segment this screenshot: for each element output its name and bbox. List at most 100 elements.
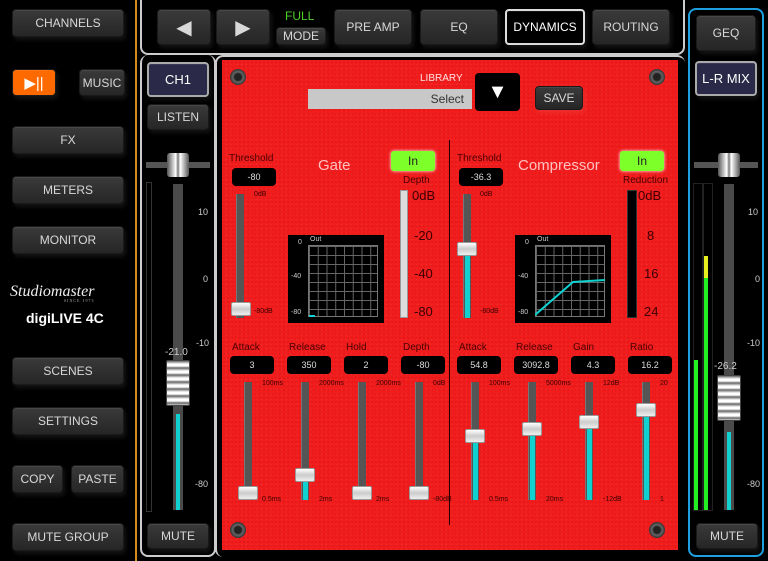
balance-slider-knob[interactable]	[718, 153, 740, 177]
param-max: 100ms	[489, 380, 511, 387]
tab-dynamics[interactable]: DYNAMICS	[505, 9, 585, 45]
depth-scale: -80	[414, 304, 433, 319]
param-max: 2000ms	[319, 380, 344, 387]
compressor-in-button[interactable]: In	[620, 151, 664, 171]
channel-name-button[interactable]: CH1	[147, 62, 209, 97]
param-slider-knob[interactable]	[636, 402, 656, 417]
compressor-threshold-value[interactable]: -36.3	[459, 168, 503, 186]
param-max: 5000ms	[546, 380, 571, 387]
scale-minus-10: -10	[747, 338, 761, 348]
graph-grid	[308, 245, 378, 317]
fx-button[interactable]: FX	[12, 126, 124, 154]
master-mute-button[interactable]: MUTE	[696, 523, 758, 549]
screw-icon	[230, 522, 246, 538]
master-fader-value: -26.2	[714, 361, 737, 372]
listen-button[interactable]: LISTEN	[147, 104, 209, 130]
param-value[interactable]: 4.3	[571, 356, 615, 374]
param-slider-track[interactable]	[301, 382, 309, 500]
channels-button[interactable]: CHANNELS	[12, 9, 124, 37]
param-label: Ratio	[630, 342, 654, 353]
library-dropdown-button[interactable]: ▼	[475, 73, 520, 111]
next-channel-button[interactable]: ▶	[216, 9, 270, 45]
scale-0: 0	[755, 274, 761, 284]
channel-fader-knob[interactable]	[166, 360, 190, 406]
sidebar-divider	[135, 0, 137, 561]
compressor-threshold-slider[interactable]	[463, 194, 471, 318]
gate-threshold-value[interactable]: -80	[232, 168, 276, 186]
param-slider-knob[interactable]	[465, 428, 485, 443]
param-value[interactable]: 350	[287, 356, 331, 374]
settings-button[interactable]: SETTINGS	[12, 407, 124, 435]
library-save-button[interactable]: SAVE	[535, 86, 583, 110]
param-slider-track[interactable]	[642, 382, 650, 500]
tab-routing[interactable]: ROUTING	[592, 9, 670, 45]
param-value[interactable]: 2	[344, 356, 388, 374]
param-label: Gain	[573, 342, 595, 353]
gate-transfer-graph: Out 0 -40 -80	[288, 235, 384, 323]
play-pause-button[interactable]: ▶||	[12, 69, 56, 96]
reduction-scale: 16	[644, 266, 659, 281]
param-slider-knob[interactable]	[238, 486, 258, 500]
param-slider-knob[interactable]	[352, 486, 372, 500]
param-slider-knob[interactable]	[522, 421, 542, 436]
compressor-threshold-max: 0dB	[480, 191, 493, 198]
gate-title: Gate	[318, 157, 351, 174]
compressor-threshold-knob[interactable]	[457, 242, 477, 256]
pan-slider-knob[interactable]	[167, 153, 189, 177]
param-max: 12dB	[603, 380, 620, 387]
copy-button[interactable]: COPY	[12, 465, 63, 493]
compressor-title: Compressor	[518, 157, 600, 174]
master-fader-knob[interactable]	[717, 375, 741, 421]
param-slider-track[interactable]	[244, 382, 252, 500]
depth-scale: 0dB	[412, 188, 436, 203]
param-slider-track[interactable]	[585, 382, 593, 500]
param-value[interactable]: 54.8	[457, 356, 501, 374]
param-max: 100ms	[262, 380, 284, 387]
graph-title: Out	[310, 236, 322, 243]
param-value[interactable]: -80	[401, 356, 445, 374]
param-min: -80dB	[433, 496, 452, 503]
param-min: 20ms	[546, 496, 564, 503]
param-min: 1	[660, 496, 664, 503]
param-slider-knob[interactable]	[409, 486, 429, 500]
chevron-right-icon: ▶	[235, 16, 251, 39]
master-name-button[interactable]: L-R MIX	[695, 61, 757, 96]
gate-in-button[interactable]: In	[391, 151, 435, 171]
paste-button[interactable]: PASTE	[71, 465, 124, 493]
music-button[interactable]: MUSIC	[79, 69, 125, 96]
app-root: CHANNELS ▶|| MUSIC FX METERS MONITOR Stu…	[0, 0, 768, 561]
geq-button[interactable]: GEQ	[696, 15, 756, 51]
scale-0: 0	[203, 274, 209, 284]
tab-pre-amp[interactable]: PRE AMP	[334, 9, 412, 45]
gate-threshold-slider[interactable]	[236, 194, 244, 318]
param-slider-fill	[303, 482, 308, 500]
channel-mute-button[interactable]: MUTE	[147, 523, 209, 549]
param-label: Release	[516, 342, 553, 353]
mode-button[interactable]: MODE	[276, 27, 326, 45]
param-value[interactable]: 3	[230, 356, 274, 374]
master-meter-right	[703, 183, 713, 511]
param-label: Release	[289, 342, 326, 353]
scale-minus-80: -80	[195, 479, 209, 489]
scenes-button[interactable]: SCENES	[12, 357, 124, 385]
reduction-scale: 8	[647, 228, 655, 243]
monitor-button[interactable]: MONITOR	[12, 226, 124, 254]
scale-minus-10: -10	[196, 338, 210, 348]
meters-button[interactable]: METERS	[12, 176, 124, 204]
param-slider-knob[interactable]	[295, 468, 315, 483]
param-value[interactable]: 3092.8	[514, 356, 558, 374]
mute-group-button[interactable]: MUTE GROUP	[12, 523, 124, 551]
param-label: Attack	[459, 342, 487, 353]
full-mode-indicator: FULL	[285, 9, 315, 23]
param-slider-knob[interactable]	[579, 415, 599, 430]
param-slider-track[interactable]	[528, 382, 536, 500]
previous-channel-button[interactable]: ◀	[157, 9, 211, 45]
gate-threshold-knob[interactable]	[231, 302, 251, 316]
param-value[interactable]: 16.2	[628, 356, 672, 374]
compressor-curve	[535, 279, 605, 316]
param-slider-fill	[530, 435, 535, 500]
library-select[interactable]: Select	[308, 89, 472, 109]
tab-eq[interactable]: EQ	[420, 9, 498, 45]
param-slider-track[interactable]	[415, 382, 423, 500]
param-slider-track[interactable]	[358, 382, 366, 500]
